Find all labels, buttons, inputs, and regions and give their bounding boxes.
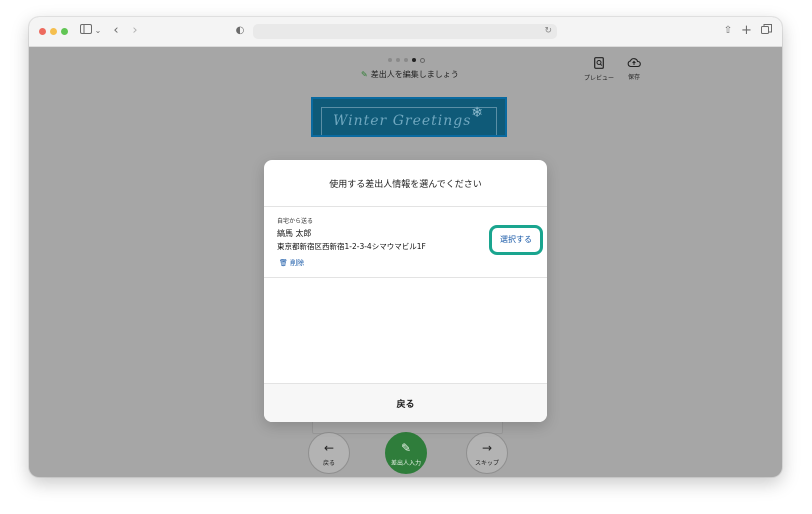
sender-input-button[interactable]: ✎ 差出人入力	[385, 432, 427, 474]
minimize-window-button[interactable]	[50, 28, 57, 35]
card-design-preview: Winter Greetings ❄	[311, 97, 507, 137]
skip-label: スキップ	[474, 460, 499, 467]
forward-icon[interactable]: ›	[130, 24, 140, 38]
pencil-icon: ✎	[361, 70, 368, 79]
snowflake-icon: ❄	[471, 105, 483, 121]
browser-toolbar: ⌄ ‹ › ◐ ↻ ⇧ +	[29, 17, 782, 47]
step-dot	[396, 58, 400, 62]
divider	[264, 206, 547, 207]
back-nav-button[interactable]: ← 戻る	[308, 432, 350, 474]
back-icon[interactable]: ‹	[111, 24, 121, 38]
share-icon[interactable]: ⇧	[723, 24, 733, 38]
step-dot	[420, 58, 425, 63]
delete-button[interactable]: 🗑 削除	[279, 258, 304, 268]
dialog-back-button[interactable]: 戻る	[264, 397, 547, 410]
delete-label: 削除	[290, 259, 305, 267]
step-dot	[404, 58, 408, 62]
chevron-down-icon[interactable]: ⌄	[94, 24, 102, 38]
back-nav-label: 戻る	[322, 460, 335, 467]
reload-icon[interactable]: ↻	[544, 24, 552, 39]
browser-window: ⌄ ‹ › ◐ ↻ ⇧ + ✎ 差出人を編集しましょう プレビュー 保存 Win…	[29, 17, 782, 477]
trash-icon: 🗑	[279, 259, 288, 267]
sender-select-dialog: 使用する差出人情報を選んでください 自宅から送る 縞馬 太郎 東京都新宿区西新宿…	[264, 160, 547, 422]
arrow-right-icon: →	[481, 441, 493, 455]
dialog-footer: 戻る	[264, 383, 547, 422]
pencil-icon: ✎	[400, 441, 412, 455]
step-indicator	[388, 58, 425, 64]
sender-input-label: 差出人入力	[390, 460, 421, 467]
preview-icon	[584, 57, 614, 73]
preview-button[interactable]: プレビュー	[584, 57, 614, 82]
sender-address: 東京都新宿区西新宿1-2-3-4シマウマビル1F	[277, 242, 426, 251]
select-button[interactable]: 選択する	[493, 229, 539, 251]
preview-label: プレビュー	[584, 75, 615, 82]
zoom-window-button[interactable]	[61, 28, 68, 35]
card-script-text: Winter Greetings	[333, 113, 472, 129]
tabs-overview-icon[interactable]	[760, 24, 772, 38]
shield-icon: ◐	[235, 25, 245, 36]
cloud-upload-icon	[627, 57, 641, 72]
dialog-title: 使用する差出人情報を選んでください	[329, 180, 482, 190]
arrow-left-icon: ←	[323, 441, 335, 455]
page-content: ✎ 差出人を編集しましょう プレビュー 保存 Winter Greetings ❄…	[29, 47, 782, 477]
step-dot-current	[412, 58, 416, 62]
divider	[264, 277, 547, 278]
edit-hint-text: 差出人を編集しましょう	[370, 70, 459, 79]
new-tab-icon[interactable]: +	[741, 24, 752, 38]
skip-button[interactable]: → スキップ	[466, 432, 508, 474]
save-label: 保存	[627, 74, 640, 81]
address-category: 自宅から送る	[277, 218, 314, 225]
close-window-button[interactable]	[39, 28, 46, 35]
sender-name: 縞馬 太郎	[277, 229, 312, 238]
sidebar-icon[interactable]	[79, 24, 93, 38]
step-dot	[388, 58, 392, 62]
edit-hint: ✎ 差出人を編集しましょう	[361, 69, 459, 80]
save-button[interactable]: 保存	[627, 57, 641, 81]
address-bar[interactable]: ↻	[253, 24, 557, 39]
